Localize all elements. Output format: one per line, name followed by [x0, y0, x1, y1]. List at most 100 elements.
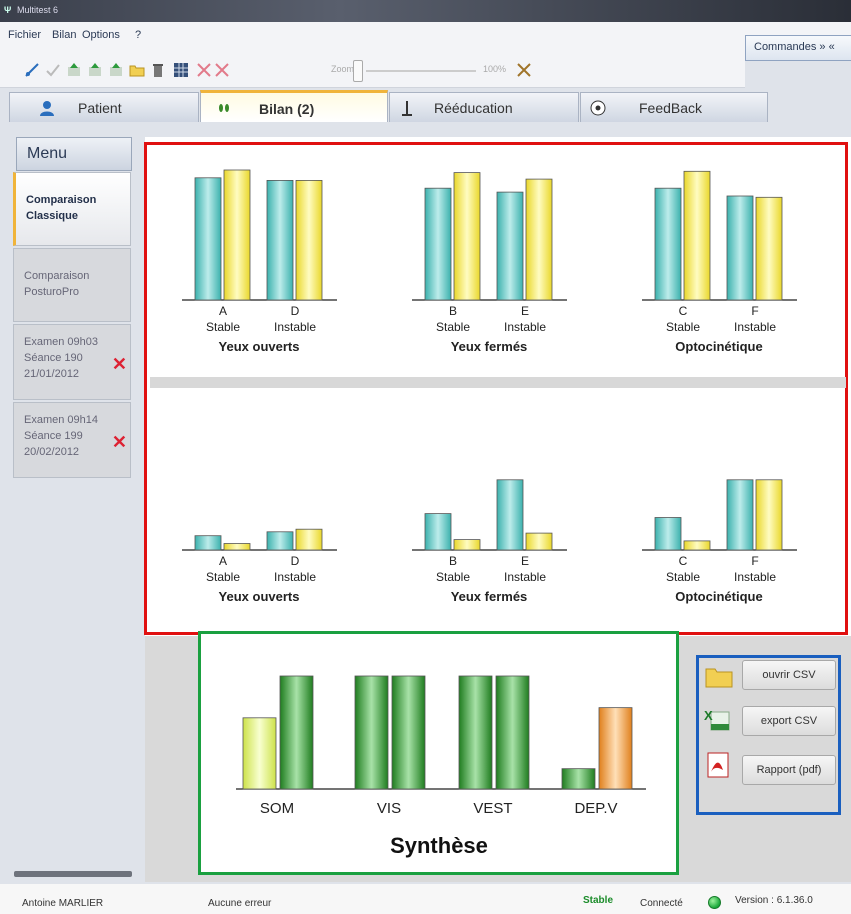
chart-category-label: Instable [274, 320, 316, 334]
chart-category-label: D [291, 554, 300, 568]
report-pdf-button[interactable]: Rapport (pdf) [742, 755, 836, 785]
chart-category-label: Stable [436, 320, 470, 334]
chart-bar [223, 169, 251, 301]
tab-patient[interactable]: Patient [9, 92, 199, 122]
share-icon[interactable] [108, 62, 124, 78]
svg-text:X: X [704, 708, 713, 723]
chart-group-title: Optocinétique [675, 339, 762, 354]
sidebar-item-comparaison-posturopro[interactable]: Comparaison PosturoPro [13, 248, 131, 322]
chart-bar [223, 543, 251, 551]
chart-title: Synthèse [390, 833, 488, 858]
sidebar-item-line: 21/01/2012 [24, 367, 80, 380]
footprints-icon [219, 104, 229, 112]
sidebar-item-examen-2[interactable]: Examen 09h14 Séance 199 20/02/2012 ✕ [13, 402, 131, 478]
main-tabs: Patient Bilan (2) Rééducation FeedBack [0, 90, 851, 122]
chart-bar [654, 517, 682, 551]
close-all-x-icon[interactable] [214, 62, 230, 78]
chart-category-label: VEST [473, 800, 512, 817]
chart-bar [525, 532, 553, 551]
tools-icon[interactable] [516, 62, 532, 78]
chart-category-label: VIS [377, 800, 401, 817]
chart-bar [295, 180, 323, 301]
chart-category-label: Stable [666, 570, 700, 584]
measure-icon[interactable] [24, 62, 40, 78]
delete-exam-icon[interactable]: ✕ [112, 433, 127, 451]
chart-category-label: F [751, 554, 758, 568]
chart-bar [561, 768, 596, 790]
chart-category-label: C [679, 554, 688, 568]
chart-bar [354, 675, 389, 790]
chart-bar [654, 187, 682, 301]
chart-bar [755, 196, 783, 301]
delete-exam-icon[interactable]: ✕ [112, 355, 127, 373]
sidebar-item-comparaison-classique[interactable]: Comparaison Classique [13, 172, 131, 246]
menu-fichier[interactable]: Fichier [8, 29, 41, 41]
tab-patient-label: Patient [78, 100, 122, 116]
chart-bar [496, 479, 524, 551]
sidebar-item-line: Comparaison [24, 270, 90, 282]
export-csv-button[interactable]: export CSV [742, 706, 836, 736]
sidebar-item-examen-1[interactable]: Examen 09h03 Séance 190 21/01/2012 ✕ [13, 324, 131, 400]
window-titlebar: Ψ Multitest 6 [0, 0, 851, 22]
chart-category-label: Instable [274, 570, 316, 584]
chart-bar [194, 535, 222, 551]
chart-category-label: B [449, 304, 457, 318]
menu-bilan[interactable]: Bilan [52, 29, 76, 41]
chart-group-title: Yeux ouverts [219, 589, 300, 604]
chart-bar [453, 539, 481, 551]
tab-feedback[interactable]: FeedBack [580, 92, 768, 122]
chart-category-label: Stable [666, 320, 700, 334]
chart-category-label: D [291, 304, 300, 318]
balance-icon [402, 101, 412, 116]
chart-category-label: E [521, 554, 529, 568]
folder-icon[interactable] [129, 62, 145, 78]
chart-bar [525, 178, 553, 301]
chart-bar [424, 187, 452, 301]
status-version: Version : 6.1.36.0 [735, 895, 813, 906]
trash-icon[interactable] [150, 62, 166, 78]
chart-category-label: B [449, 554, 457, 568]
chart-category-label: E [521, 304, 529, 318]
tab-reeducation[interactable]: Rééducation [389, 92, 579, 122]
status-user: Antoine MARLIER [22, 898, 104, 909]
menu-options[interactable]: Options [82, 29, 120, 41]
chart-bar [453, 172, 481, 301]
tab-bilan[interactable]: Bilan (2) [200, 90, 388, 122]
chart-bar [266, 180, 294, 301]
open-csv-button[interactable]: ouvrir CSV [742, 660, 836, 690]
chart-group-title: Yeux fermés [451, 339, 528, 354]
export-up-icon[interactable] [66, 62, 82, 78]
chart-group-title: Yeux ouverts [219, 339, 300, 354]
user-icon [40, 101, 54, 116]
sidebar-item-line: Classique [26, 209, 78, 222]
chart-category-label: F [751, 304, 758, 318]
grid-icon[interactable] [173, 62, 189, 78]
status-error: Aucune erreur [208, 898, 272, 909]
connection-indicator-icon [708, 896, 721, 909]
commands-button[interactable]: Commandes » « [745, 35, 851, 61]
app-logo-icon: Ψ [4, 5, 12, 15]
validate-icon[interactable] [45, 62, 61, 78]
sidebar-item-line: Séance 190 [24, 351, 83, 364]
chart-bar [726, 479, 754, 551]
menu-bar: Fichier Bilan Options ? [0, 22, 851, 48]
sidebar-item-line: Comparaison [26, 194, 97, 206]
chart-bar [242, 717, 277, 790]
sidebar-item-line: 20/02/2012 [24, 445, 80, 458]
sidebar: Menu Comparaison Classique Comparaison P… [12, 137, 132, 882]
chart-bar [598, 707, 633, 790]
chart-category-label: Stable [206, 320, 240, 334]
zoom-slider-thumb[interactable] [353, 60, 363, 82]
menu-help[interactable]: ? [135, 29, 141, 41]
sidebar-scrollbar[interactable] [14, 871, 132, 877]
chart-category-label: Instable [734, 320, 776, 334]
zoom-slider-track[interactable] [366, 70, 476, 72]
tab-bilan-label: Bilan (2) [259, 101, 315, 117]
tab-reeducation-label: Rééducation [434, 100, 513, 116]
chart-bar [726, 195, 754, 301]
close-x-icon[interactable] [196, 62, 212, 78]
excel-icon: X [704, 708, 730, 731]
sidebar-item-line: Examen 09h03 [24, 336, 98, 348]
open-folder-icon [705, 668, 733, 688]
import-icon[interactable] [87, 62, 103, 78]
